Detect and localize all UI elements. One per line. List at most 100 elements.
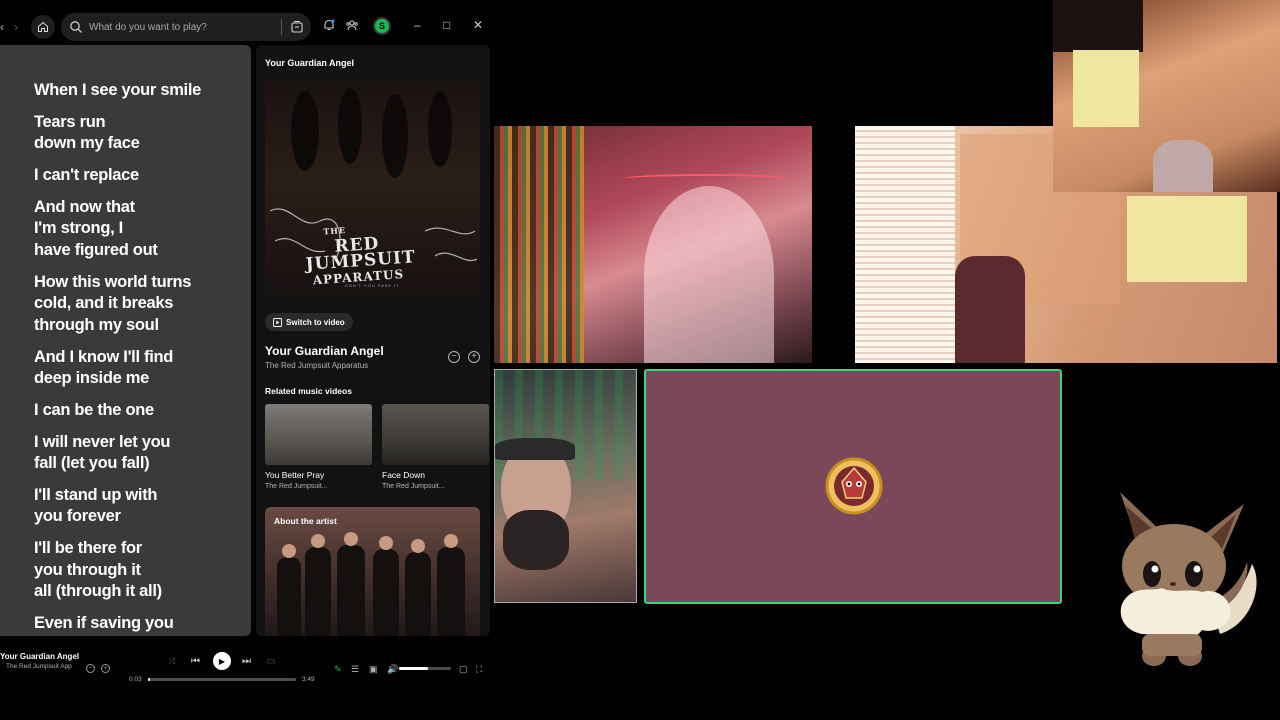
player-track-artist[interactable]: The Red Jumpsuit App: [6, 663, 72, 670]
duration-time: 3:49: [302, 676, 315, 683]
lyric-line[interactable]: you forever: [34, 506, 121, 528]
browse-icon[interactable]: [289, 19, 305, 35]
notifications-bell-icon[interactable]: [322, 18, 336, 32]
led-lights: [622, 174, 792, 184]
participant-avatar-tile[interactable]: [644, 369, 1062, 604]
lyrics-icon[interactable]: ✎: [334, 664, 342, 675]
lyric-line[interactable]: deep inside me: [34, 368, 149, 390]
lyric-line[interactable]: I'll stand up with: [34, 485, 157, 507]
add-icon[interactable]: +: [101, 664, 110, 673]
lyric-line[interactable]: And now that: [34, 197, 135, 219]
video-thumbnail[interactable]: [382, 404, 489, 465]
maximize-icon[interactable]: □: [443, 19, 450, 31]
volume-fill: [399, 667, 428, 670]
search-divider: [281, 19, 282, 35]
search-bar[interactable]: [61, 13, 311, 41]
video-artist[interactable]: The Red Jumpsuit...: [382, 483, 489, 490]
lyric-line[interactable]: I can be the one: [34, 400, 154, 422]
gaming-chair: [955, 256, 1025, 363]
player-track-title[interactable]: Your Guardian Angel: [0, 652, 79, 661]
user-avatar[interactable]: S: [373, 17, 391, 35]
lyric-line[interactable]: When I see your smile: [34, 80, 201, 102]
lyrics-pane: When I see your smile Tears run down my …: [0, 45, 251, 636]
webcam-feed-streamer[interactable]: [494, 369, 637, 603]
fullscreen-icon[interactable]: ⛶: [476, 664, 482, 675]
lyric-line[interactable]: How this world turns: [34, 272, 191, 294]
related-videos-header: Related music videos: [265, 386, 352, 396]
play-button[interactable]: ▶: [213, 652, 231, 670]
miniplayer-icon[interactable]: ▢: [459, 664, 468, 675]
previous-track-icon[interactable]: ⏮: [191, 656, 200, 667]
progress-bar[interactable]: [148, 678, 296, 681]
video-icon: [273, 317, 282, 327]
progress-fill: [148, 678, 150, 681]
minimize-icon[interactable]: –: [414, 19, 421, 31]
lyric-line[interactable]: Tears run: [34, 112, 106, 134]
home-button[interactable]: [31, 15, 55, 39]
repeat-icon[interactable]: ▭: [266, 656, 275, 667]
lyric-line[interactable]: you through it: [34, 560, 141, 582]
lyric-line[interactable]: Even if saving you: [34, 613, 174, 635]
npv-header-title[interactable]: Your Guardian Angel: [265, 58, 354, 68]
elapsed-time: 0:03: [129, 676, 142, 683]
friend-activity-icon[interactable]: [345, 18, 359, 32]
lyric-line[interactable]: all (through it all): [34, 581, 162, 603]
album-art-subtext: DON'T YOU FAKE IT: [345, 283, 400, 288]
video-thumbnail[interactable]: [265, 404, 372, 465]
window-blinds: [855, 126, 955, 363]
lyric-line[interactable]: I'll be there for: [34, 538, 142, 560]
queue-icon[interactable]: ☰: [351, 664, 359, 675]
close-icon[interactable]: ✕: [473, 19, 483, 31]
video-artist[interactable]: The Red Jumpsuit...: [265, 483, 372, 490]
lyric-line[interactable]: through my soul: [34, 315, 159, 337]
track-title[interactable]: Your Guardian Angel: [265, 344, 384, 358]
webcam-feed-tapestry[interactable]: [494, 126, 812, 363]
back-arrow-icon[interactable]: ‹: [0, 20, 4, 34]
poster: [1053, 0, 1143, 52]
search-input[interactable]: [89, 21, 279, 33]
forward-arrow-icon[interactable]: ›: [14, 20, 18, 34]
lyric-line[interactable]: And I know I'll find: [34, 347, 173, 369]
video-title[interactable]: Face Down: [382, 470, 489, 480]
shuffle-icon[interactable]: ⤨: [168, 656, 175, 667]
about-artist-label: About the artist: [274, 516, 337, 526]
lyric-line[interactable]: I'm strong, I: [34, 218, 123, 240]
webcam-feed-corner[interactable]: [1053, 0, 1280, 192]
volume-slider[interactable]: [399, 667, 451, 670]
remove-icon[interactable]: −: [86, 664, 95, 673]
lyric-line[interactable]: have figured out: [34, 240, 158, 262]
artist-photo: [277, 532, 465, 636]
switch-to-video-label: Switch to video: [286, 317, 345, 327]
now-playing-view: Your Guardian Angel THE RED JUMPSUIT APP…: [256, 45, 490, 636]
track-artist[interactable]: The Red Jumpsuit Apparatus: [265, 361, 368, 370]
connect-device-icon[interactable]: ▣: [369, 664, 378, 675]
plastic-bag: [1153, 140, 1213, 192]
related-video-card[interactable]: Face Down The Red Jumpsuit...: [382, 404, 489, 490]
next-track-icon[interactable]: ⏭: [242, 656, 251, 667]
spotify-window: ‹ › S – □ ✕ When I see your smile Tears …: [0, 8, 493, 684]
lyric-line[interactable]: down my face: [34, 133, 140, 155]
video-title[interactable]: You Better Pray: [265, 470, 372, 480]
home-icon: [38, 21, 48, 32]
album-art: THE RED JUMPSUIT APPARATUS DON'T YOU FAK…: [265, 81, 480, 296]
about-the-artist-card[interactable]: About the artist: [265, 507, 480, 636]
avatar-badge-icon: [825, 457, 883, 515]
player-bar: Your Guardian Angel The Red Jumpsuit App…: [0, 644, 493, 692]
related-video-card[interactable]: You Better Pray The Red Jumpsuit...: [265, 404, 372, 490]
switch-to-video-button[interactable]: Switch to video: [265, 313, 353, 331]
lyric-line[interactable]: I will never let you: [34, 432, 170, 454]
title-bar: ‹ › S – □ ✕: [0, 8, 493, 44]
participant-figure: [644, 186, 774, 363]
lyric-line[interactable]: I can't replace: [34, 165, 139, 187]
add-to-playlist-icon[interactable]: +: [468, 351, 480, 363]
lyric-line[interactable]: fall (let you fall): [34, 453, 150, 475]
lyric-line[interactable]: cold, and it breaks: [34, 293, 173, 315]
search-icon: [70, 21, 82, 33]
remove-icon[interactable]: −: [448, 351, 460, 363]
cap: [495, 438, 575, 460]
wall-note: [1127, 196, 1247, 282]
play-icon: ▶: [218, 656, 226, 666]
beard: [503, 510, 569, 570]
tapestry-background: [494, 126, 584, 363]
volume-icon[interactable]: 🔊: [387, 664, 398, 675]
